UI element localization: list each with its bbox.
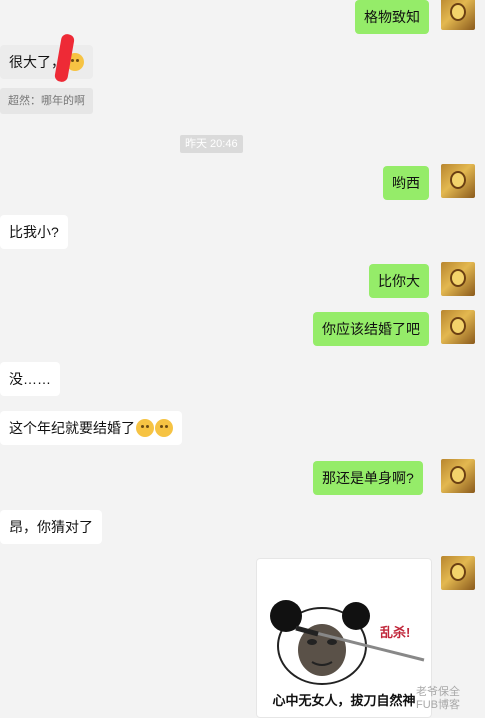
message-text: 格物致知 — [364, 9, 420, 25]
user-avatar[interactable] — [441, 262, 475, 296]
avatar-face-icon — [450, 269, 466, 287]
quoted-text: 超然：哪年的啊 — [8, 95, 85, 107]
user-avatar[interactable] — [441, 164, 475, 198]
watermark-line-2: FUB博客 — [416, 699, 460, 711]
avatar-face-icon — [450, 466, 466, 484]
message-text: 你应该结婚了吧 — [322, 321, 420, 337]
message-bubble-incoming[interactable]: 昂，你猜对了 — [0, 510, 102, 544]
avatar-face-icon — [450, 3, 466, 21]
message-bubble-incoming[interactable]: 这个年纪就要结婚了 — [0, 411, 182, 445]
quoted-message[interactable]: 超然：哪年的啊 — [0, 88, 93, 114]
avatar-face-icon — [450, 563, 466, 581]
avatar-face-icon — [450, 171, 466, 189]
message-text: 那还是单身啊? — [322, 470, 414, 486]
message-bubble-outgoing[interactable]: 你应该结婚了吧 — [313, 312, 429, 346]
user-avatar[interactable] — [441, 556, 475, 590]
avatar-face-icon — [450, 317, 466, 335]
user-avatar[interactable] — [441, 459, 475, 493]
message-bubble-outgoing[interactable]: 格物致知 — [355, 0, 429, 34]
message-bubble-outgoing[interactable]: 比你大 — [369, 264, 429, 298]
message-text: 比你大 — [378, 273, 420, 289]
sticker-caption: 心中无女人，拔刀自然神 — [272, 693, 416, 708]
laughing-emoji-icon — [155, 419, 173, 437]
watermark-line-1: 老爷保全 — [416, 686, 460, 698]
message-bubble-incoming[interactable]: 没…… — [0, 362, 60, 396]
sticker-image[interactable]: 乱杀! 心中无女人，拔刀自然神 — [256, 558, 432, 718]
message-text: 这个年纪就要结婚了 — [9, 420, 135, 436]
message-text: 没…… — [9, 371, 51, 387]
sticker-tag: 乱杀! — [380, 625, 411, 640]
message-text: 哟西 — [392, 175, 420, 191]
message-bubble-incoming[interactable]: 比我小? — [0, 215, 68, 249]
watermark: 老爷保全 FUB博客 — [416, 686, 460, 712]
message-text: 比我小? — [9, 224, 59, 240]
user-avatar[interactable] — [441, 310, 475, 344]
timestamp: 昨天 20:46 — [180, 135, 243, 153]
message-bubble-outgoing[interactable]: 哟西 — [383, 166, 429, 200]
message-bubble-outgoing[interactable]: 那还是单身啊? — [313, 461, 423, 495]
message-bubble-incoming[interactable]: 很大了， — [0, 45, 93, 79]
message-text: 昂，你猜对了 — [9, 519, 93, 535]
user-avatar[interactable] — [441, 0, 475, 30]
laughing-emoji-icon — [136, 419, 154, 437]
